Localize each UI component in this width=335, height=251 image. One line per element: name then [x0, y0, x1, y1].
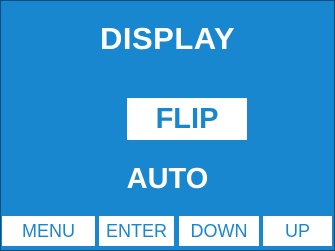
- menu-button[interactable]: MENU: [2, 216, 95, 246]
- softkey-bar: MENU ENTER DOWN UP: [1, 216, 334, 246]
- enter-button[interactable]: ENTER: [99, 216, 174, 246]
- menu-title: DISPLAY: [99, 21, 235, 56]
- menu-option-flip-selected[interactable]: FLIP: [127, 98, 247, 140]
- down-button[interactable]: DOWN: [179, 216, 259, 246]
- up-button[interactable]: UP: [263, 216, 332, 246]
- menu-option-auto[interactable]: AUTO: [1, 159, 334, 199]
- display-menu-screen: DISPLAY FLIP AUTO MENU ENTER DOWN UP: [0, 0, 335, 251]
